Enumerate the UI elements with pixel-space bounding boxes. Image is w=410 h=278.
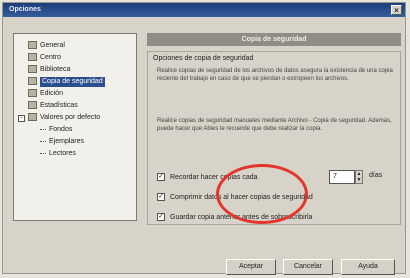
- options-tree: General Centro Biblioteca Copia de segur…: [13, 33, 137, 221]
- folder-icon: [28, 113, 37, 122]
- interval-spinner[interactable]: ▲ ▼: [355, 170, 363, 184]
- pencil-icon: [28, 89, 37, 98]
- help-button[interactable]: Ayuda: [341, 259, 395, 275]
- tree-item-estadisticas[interactable]: Estadísticas: [14, 100, 136, 112]
- tree-item-centro[interactable]: Centro: [14, 52, 136, 64]
- options-window: Opciones × General Centro Biblioteca Cop…: [2, 2, 406, 275]
- interval-unit: días: [369, 172, 383, 179]
- chart-icon: [28, 101, 37, 110]
- keep-previous-checkbox[interactable]: ✓: [157, 213, 165, 222]
- tree-subitem-lectores[interactable]: Lectores: [14, 148, 136, 160]
- panel-header: Copia de seguridad: [147, 33, 401, 46]
- accept-button[interactable]: Aceptar: [226, 259, 276, 275]
- close-button[interactable]: ×: [391, 5, 402, 15]
- interval-input[interactable]: 7: [329, 170, 355, 184]
- backup-description: Realice copias de seguridad de los archi…: [157, 68, 393, 82]
- cancel-button[interactable]: Cancelar: [283, 259, 333, 275]
- title-bar: Opciones ×: [3, 3, 405, 17]
- tree-item-valores[interactable]: - Valores por defecto: [14, 112, 136, 124]
- disk-icon: [28, 77, 37, 86]
- compress-option[interactable]: ✓ Comprimir datos al hacer copias de segu…: [157, 193, 313, 203]
- book-icon: [28, 65, 37, 74]
- gear-icon: [28, 41, 37, 50]
- tree-item-general[interactable]: General: [14, 40, 136, 52]
- tree-subitem-fondos[interactable]: Fondos: [14, 124, 136, 136]
- keep-previous-option[interactable]: ✓ Guardar copia anterior antes de sobresc…: [157, 213, 312, 223]
- collapse-toggle[interactable]: -: [18, 115, 25, 122]
- group-title: Opciones de copia de seguridad: [153, 55, 254, 62]
- tree-subitem-ejemplares[interactable]: Ejemplares: [14, 136, 136, 148]
- tree-item-biblioteca[interactable]: Biblioteca: [14, 64, 136, 76]
- tree-item-backup[interactable]: Copia de seguridad: [14, 76, 136, 88]
- window-title: Opciones: [9, 6, 41, 13]
- globe-icon: [28, 53, 37, 62]
- remind-backup-checkbox[interactable]: ✓: [157, 173, 165, 182]
- backup-reminder-description: Realice copias de seguridad manuales med…: [157, 118, 392, 132]
- compress-checkbox[interactable]: ✓: [157, 193, 165, 202]
- tree-item-edicion[interactable]: Edición: [14, 88, 136, 100]
- remind-backup-option[interactable]: ✓ Recordar hacer copias cada: [157, 173, 258, 183]
